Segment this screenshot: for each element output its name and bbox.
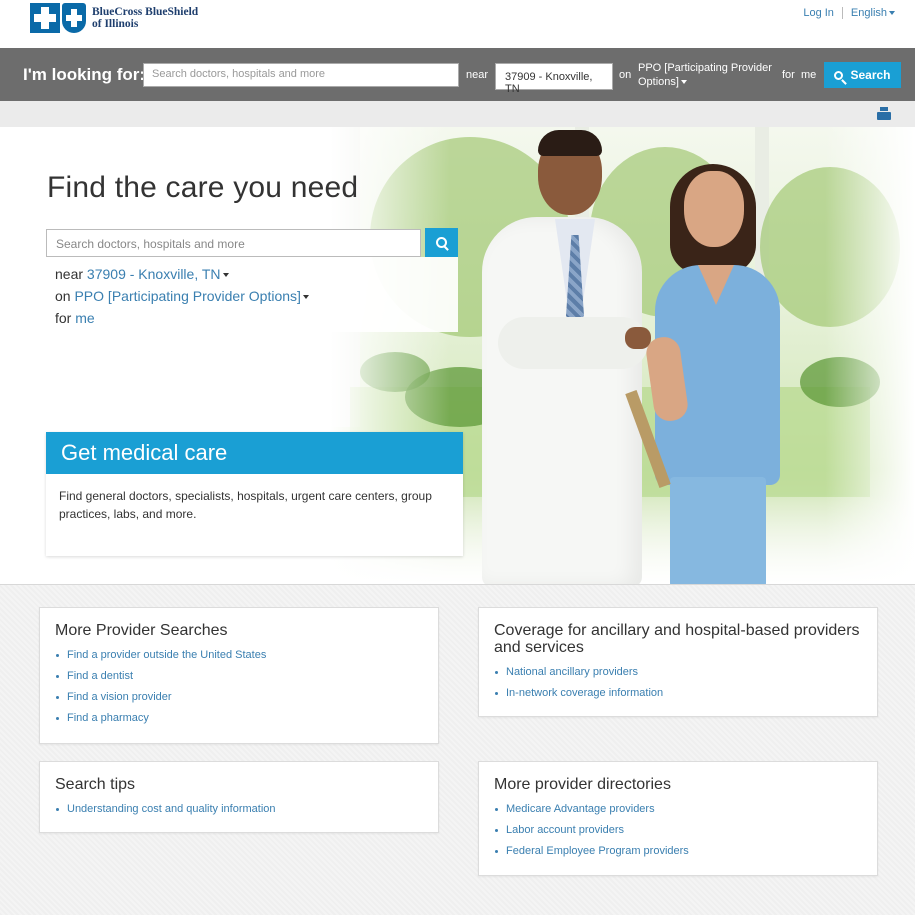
for-label: for: [782, 69, 795, 81]
bcbs-shield-logo-icon: [62, 3, 86, 33]
doctor-hair: [538, 130, 602, 156]
logo-text: BlueCross BlueShield of Illinois: [92, 6, 198, 30]
logo-line2: of Illinois: [92, 18, 139, 30]
coverage-panel: Coverage for ancillary and hospital-base…: [478, 607, 878, 717]
panel-title: Coverage for ancillary and hospital-base…: [494, 622, 860, 656]
location-input[interactable]: 37909 - Knoxville, TN: [495, 63, 613, 95]
panel-title: Search tips: [55, 776, 136, 793]
plan-dropdown[interactable]: PPO [Participating Provider Options]: [638, 61, 778, 89]
nurse-pants: [670, 477, 766, 584]
find-vision-provider-link[interactable]: Find a vision provider: [55, 687, 423, 708]
for-label: for: [55, 310, 72, 326]
plan-value: PPO [Participating Provider Options]: [74, 288, 301, 304]
link-list: Understanding cost and quality informati…: [55, 799, 423, 820]
for-me-link[interactable]: me: [75, 310, 94, 326]
language-label: English: [850, 7, 887, 19]
doctor-figure: [482, 217, 642, 584]
on-label: on: [619, 69, 632, 81]
for-row: for me: [55, 307, 449, 329]
care-card-description: Find general doctors, specialists, hospi…: [59, 489, 432, 521]
location-dropdown[interactable]: 37909 - Knoxville, TN: [87, 266, 229, 282]
in-network-coverage-link[interactable]: In-network coverage information: [494, 683, 862, 704]
search-input[interactable]: Search doctors, hospitals and more: [143, 63, 459, 87]
search-icon: [834, 70, 844, 80]
nurse-head: [684, 171, 744, 247]
hero-search-options: near 37909 - Knoxville, TN on PPO [Parti…: [46, 257, 458, 332]
federal-employee-link[interactable]: Federal Employee Program providers: [494, 841, 862, 862]
hero-search-button[interactable]: [425, 228, 458, 257]
find-pharmacy-link[interactable]: Find a pharmacy: [55, 708, 423, 729]
looking-for-label: I'm looking for:: [23, 65, 146, 84]
find-dentist-link[interactable]: Find a dentist: [55, 666, 423, 687]
get-medical-care-card[interactable]: Get medical care Find general doctors, s…: [46, 432, 463, 556]
utility-bar: [0, 101, 915, 127]
search-icon: [436, 237, 447, 248]
bcbs-cross-logo-icon: [30, 3, 60, 33]
search-button-label: Search: [850, 68, 891, 82]
top-header: BlueCross BlueShield of Illinois Log In …: [0, 0, 915, 48]
resources-section: More Provider Searches Find a provider o…: [0, 584, 915, 915]
link-list: National ancillary providers In-network …: [494, 662, 862, 704]
labor-account-link[interactable]: Labor account providers: [494, 820, 862, 841]
location-value: 37909 - Knoxville, TN: [86, 266, 221, 282]
plan-dropdown[interactable]: PPO [Participating Provider Options]: [74, 288, 309, 304]
search-button[interactable]: Search: [824, 62, 901, 88]
panel-title: More Provider Searches: [55, 622, 228, 639]
national-ancillary-link[interactable]: National ancillary providers: [494, 662, 862, 683]
near-row: near 37909 - Knoxville, TN: [55, 263, 449, 285]
bcbs-logo[interactable]: BlueCross BlueShield of Illinois: [30, 3, 198, 33]
link-list: Find a provider outside the United State…: [55, 645, 423, 729]
near-label: near: [55, 266, 84, 282]
top-links: Log In English: [803, 7, 895, 19]
medicare-advantage-link[interactable]: Medicare Advantage providers: [494, 799, 862, 820]
plan-row: on PPO [Participating Provider Options]: [55, 285, 449, 307]
near-label: near: [466, 69, 489, 81]
divider: [841, 7, 843, 19]
more-directories-panel: More provider directories Medicare Advan…: [478, 761, 878, 876]
for-me-link[interactable]: me: [801, 69, 816, 81]
plan-label: PPO [Participating Provider Options]: [638, 62, 772, 88]
chevron-down-icon: [222, 273, 229, 278]
on-label: on: [55, 288, 71, 304]
link-list: Medicare Advantage providers Labor accou…: [494, 799, 862, 862]
login-link[interactable]: Log In: [803, 7, 834, 19]
global-search-bar: I'm looking for: Search doctors, hospita…: [0, 48, 915, 101]
language-dropdown[interactable]: English: [851, 7, 895, 19]
provider-outside-us-link[interactable]: Find a provider outside the United State…: [55, 645, 423, 666]
hero-search-input[interactable]: Search doctors, hospitals and more: [46, 229, 421, 257]
care-card-title[interactable]: Get medical care: [46, 432, 463, 474]
chevron-down-icon: [889, 11, 895, 16]
logo-line1: BlueCross BlueShield: [92, 6, 199, 18]
print-icon[interactable]: [877, 107, 891, 120]
chevron-down-icon: [680, 80, 687, 85]
search-tips-panel: Search tips Understanding cost and quali…: [39, 761, 439, 833]
panel-title: More provider directories: [494, 776, 671, 793]
more-provider-searches-panel: More Provider Searches Find a provider o…: [39, 607, 439, 744]
chevron-down-icon: [302, 295, 309, 300]
cost-quality-info-link[interactable]: Understanding cost and quality informati…: [55, 799, 423, 820]
hero-section: Find the care you need Search doctors, h…: [0, 127, 915, 584]
page-title: Find the care you need: [47, 171, 359, 204]
